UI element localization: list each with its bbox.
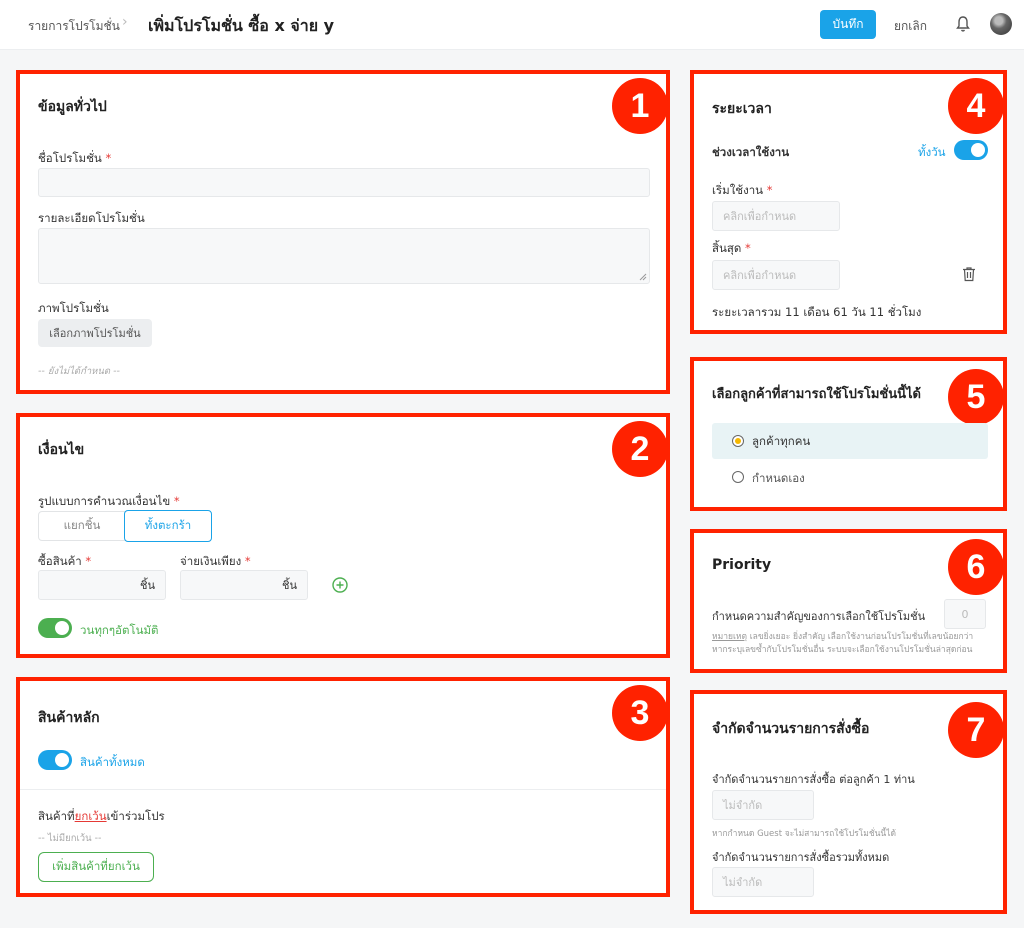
priority-input[interactable]: 0 xyxy=(944,599,986,629)
excluded-products-label: สินค้าที่ยกเว้นเข้าร่วมโปร xyxy=(38,809,165,823)
customer-option-all-label: ลูกค้าทุกคน xyxy=(752,434,811,448)
calc-mode-option-whole-cart[interactable]: ทั้งตะกร้า xyxy=(124,510,212,542)
limit-heading: จำกัดจำนวนรายการสั่งซื้อ xyxy=(712,721,870,737)
customers-heading: เลือกลูกค้าที่สามารถใช้โปรโมชั่นนี้ได้ xyxy=(712,387,921,402)
badge-7: 7 xyxy=(948,702,1004,758)
customer-option-custom-label: กำหนดเอง xyxy=(752,471,805,485)
auto-loop-toggle[interactable] xyxy=(38,618,72,638)
avatar[interactable] xyxy=(990,13,1012,35)
total-limit-input[interactable]: ไม่จำกัด xyxy=(712,867,814,897)
badge-6: 6 xyxy=(948,539,1004,595)
promotion-name-input[interactable] xyxy=(38,168,650,197)
trash-icon[interactable] xyxy=(962,266,976,282)
badge-4: 4 xyxy=(948,78,1004,134)
pay-quantity-input[interactable]: ชิ้น xyxy=(180,570,308,600)
all-day-label: ทั้งวัน xyxy=(918,145,946,159)
period-heading: ระยะเวลา xyxy=(712,101,772,117)
buy-unit: ชิ้น xyxy=(140,579,155,592)
priority-heading: Priority xyxy=(712,557,772,573)
promotion-description-textarea[interactable] xyxy=(38,228,650,284)
condition-heading: เงื่อนไข xyxy=(38,442,85,458)
no-excluded-hint: -- ไม่มียกเว้น -- xyxy=(38,833,102,844)
priority-note: หมายเหตุ เลขยิ่งเยอะ ยิ่งสำคัญ เลือกใช้ง… xyxy=(712,632,974,655)
bell-icon[interactable] xyxy=(955,15,971,33)
per-customer-limit-label: จำกัดจำนวนรายการสั่งซื้อ ต่อลูกค้า 1 ท่า… xyxy=(712,773,915,786)
condition-card: 2 เงื่อนไข รูปแบบการคำนวณเงื่อนไข * แยกช… xyxy=(16,413,670,658)
per-customer-limit-input[interactable]: ไม่จำกัด xyxy=(712,790,814,820)
badge-3: 3 xyxy=(612,685,668,741)
customers-card: 5 เลือกลูกค้าที่สามารถใช้โปรโมชั่นนี้ได้… xyxy=(690,357,1007,511)
add-condition-icon[interactable] xyxy=(332,577,348,593)
start-label: เริ่มใช้งาน * xyxy=(712,183,773,197)
period-card: 4 ระยะเวลา ช่วงเวลาใช้งาน ทั้งวัน เริ่มใ… xyxy=(690,70,1007,334)
start-date-input[interactable]: คลิกเพื่อกำหนด xyxy=(712,201,840,231)
promotion-description-label: รายละเอียดโปรโมชั่น xyxy=(38,211,145,225)
buy-quantity-label: ซื้อสินค้า * xyxy=(38,554,92,568)
priority-card: 6 Priority กำหนดความสำคัญของการเลือกใช้โ… xyxy=(690,529,1007,673)
all-products-label: สินค้าทั้งหมด xyxy=(80,755,145,769)
total-limit-label: จำกัดจำนวนรายการสั่งซื้อรวมทั้งหมด xyxy=(712,851,890,864)
badge-2: 2 xyxy=(612,421,668,477)
pay-quantity-label: จ่ายเงินเพียง * xyxy=(180,554,251,568)
add-excluded-product-button[interactable]: เพิ่มสินค้าที่ยกเว้น xyxy=(38,852,154,882)
all-products-toggle[interactable] xyxy=(38,750,72,770)
products-divider xyxy=(20,789,666,790)
order-limit-card: 7 จำกัดจำนวนรายการสั่งซื้อ จำกัดจำนวนราย… xyxy=(690,690,1007,914)
pay-unit: ชิ้น xyxy=(282,579,297,592)
breadcrumb-promotions[interactable]: รายการโปรโมชั่น xyxy=(28,17,120,36)
image-not-set-hint: -- ยังไม่ได้กำหนด -- xyxy=(38,366,120,377)
main-products-card: 3 สินค้าหลัก สินค้าทั้งหมด สินค้าที่ยกเว… xyxy=(16,677,670,897)
promotion-name-label: ชื่อโปรโมชั่น * xyxy=(38,151,112,165)
general-heading: ข้อมูลทั่วไป xyxy=(38,99,107,115)
calc-mode-option-split[interactable]: แยกชิ้น xyxy=(38,511,126,541)
general-info-card: 1 ข้อมูลทั่วไป ชื่อโปรโมชั่น * รายละเอีย… xyxy=(16,70,670,394)
page-title: เพิ่มโปรโมชั่น ซื้อ x จ่าย y xyxy=(148,16,335,35)
radio-selected-icon[interactable] xyxy=(732,435,744,447)
total-duration-text: ระยะเวลารวม 11 เดือน 61 วัน 11 ชั่วโมง xyxy=(712,305,922,319)
priority-label: กำหนดความสำคัญของการเลือกใช้โปรโมชั่น xyxy=(712,610,926,623)
calc-mode-label: รูปแบบการคำนวณเงื่อนไข * xyxy=(38,494,180,508)
badge-1: 1 xyxy=(612,78,668,134)
promotion-image-label: ภาพโปรโมชั่น xyxy=(38,301,109,315)
all-day-toggle[interactable] xyxy=(954,140,988,160)
customer-option-all[interactable]: ลูกค้าทุกคน xyxy=(712,423,988,459)
save-button[interactable]: บันทึก xyxy=(820,10,876,39)
choose-image-button[interactable]: เลือกภาพโปรโมชั่น xyxy=(38,319,152,347)
guest-note: หากกำหนด Guest จะไม่สามารถใช้โปรโมชั่นนี… xyxy=(712,829,897,839)
buy-quantity-input[interactable]: ชิ้น xyxy=(38,570,166,600)
products-heading: สินค้าหลัก xyxy=(38,710,100,726)
end-label: สิ้นสุด * xyxy=(712,241,751,255)
resize-handle-icon[interactable] xyxy=(639,273,647,281)
badge-5: 5 xyxy=(948,369,1004,425)
top-bar: รายการโปรโมชั่น › เพิ่มโปรโมชั่น ซื้อ x … xyxy=(0,0,1024,50)
cancel-button[interactable]: ยกเลิก xyxy=(894,17,927,36)
auto-loop-label: วนทุกๆอัตโนมัติ xyxy=(80,623,159,637)
end-date-input[interactable]: คลิกเพื่อกำหนด xyxy=(712,260,840,290)
breadcrumb-separator: › xyxy=(122,14,128,30)
radio-unselected-icon[interactable] xyxy=(732,471,744,483)
customer-option-custom[interactable]: กำหนดเอง xyxy=(712,463,988,495)
usage-period-label: ช่วงเวลาใช้งาน xyxy=(712,145,790,159)
